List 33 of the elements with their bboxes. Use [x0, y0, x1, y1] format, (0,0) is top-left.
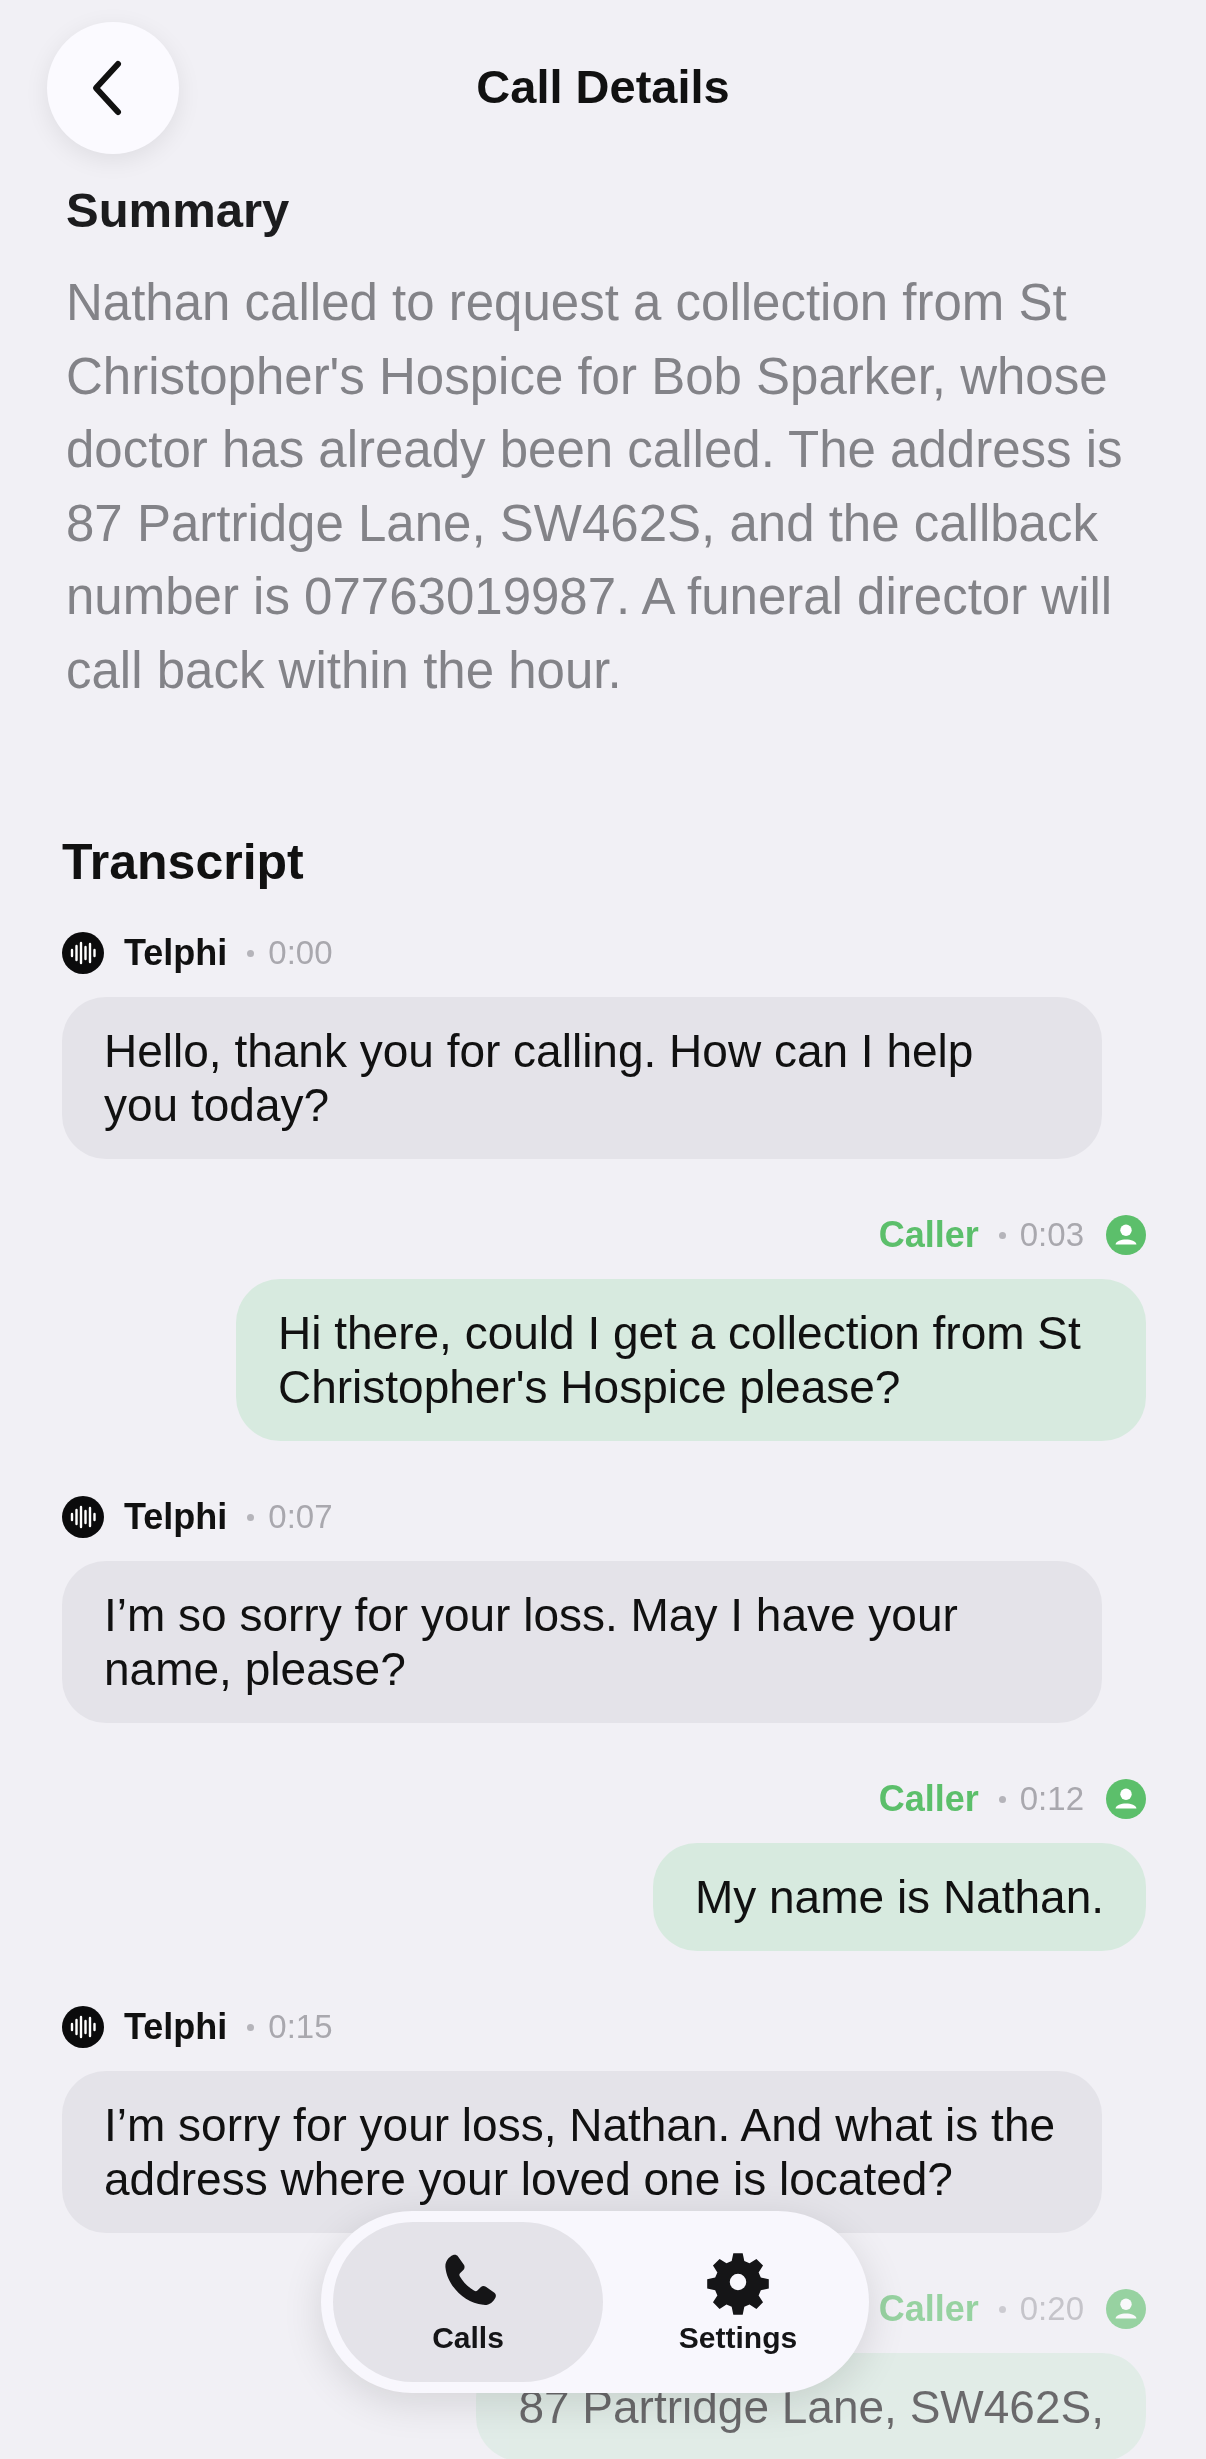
timestamp: 0:07 — [268, 1498, 333, 1536]
separator-dot — [998, 1231, 1006, 1239]
speaker-name: Telphi — [124, 2006, 228, 2048]
timestamp: 0:03 — [1019, 1216, 1084, 1254]
timestamp: 0:00 — [268, 934, 333, 972]
waveform-logo-icon — [62, 1496, 104, 1538]
separator-dot — [998, 1795, 1006, 1803]
speaker-name: Telphi — [124, 1496, 228, 1538]
section-heading: Transcript — [62, 833, 305, 891]
person-icon — [1106, 1215, 1146, 1255]
person-icon — [1106, 2289, 1146, 2329]
waveform-logo-icon — [62, 2006, 104, 2048]
speaker-name: Caller — [878, 1214, 979, 1256]
separator-dot — [247, 2023, 255, 2031]
timestamp: 0:15 — [268, 2008, 333, 2046]
message-bubble: I’m so sorry for your loss. May I have your name, please? — [62, 1561, 1102, 1723]
speaker-name: Caller — [878, 1778, 979, 1820]
message-bubble: I’m sorry for your loss, Nathan. And what is the address where your loved one is located? — [62, 2071, 1102, 2233]
speaker-name: Telphi — [124, 932, 228, 974]
summary-text: Nathan called to request a collection from St Christopher's Hospice for Bob Sparker, whose doctor has already been called. The address is 87 Partridge Lane, SW462S, and the callback number is 07763019987. A funeral director will call back within the hour. — [66, 273, 1124, 701]
speaker-name: Caller — [878, 2288, 979, 2330]
message-bubble: My name is Nathan. — [652, 1843, 1146, 1951]
message-bubble: Hello, thank you for calling. How can I help you today? — [62, 997, 1102, 1159]
separator-dot — [247, 949, 255, 957]
waveform-logo-icon — [62, 932, 104, 974]
screen-title: Call Details — [476, 58, 730, 115]
message-bubble: Hi there, could I get a collection from St Christopher's Hospice please? — [236, 1279, 1146, 1441]
person-icon — [1106, 1779, 1146, 1819]
separator-dot — [998, 2305, 1006, 2313]
timestamp: 0:12 — [1019, 1780, 1084, 1818]
section-heading: Summary — [66, 182, 291, 238]
separator-dot — [247, 1513, 255, 1521]
tab[interactable]: Calls — [333, 2222, 603, 2382]
